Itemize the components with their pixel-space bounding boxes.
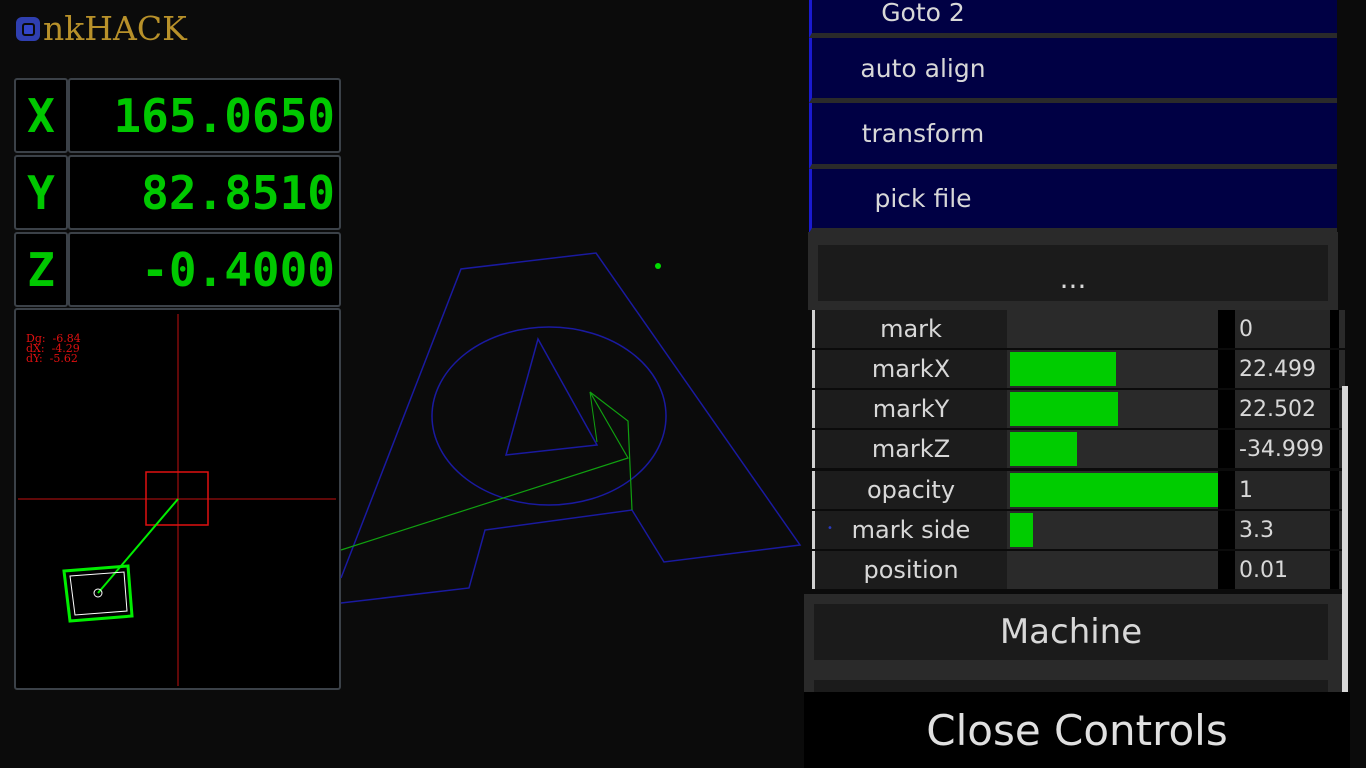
slider-divider [1218, 390, 1235, 428]
triangle-path [504, 337, 599, 456]
tool-position-marker [655, 263, 661, 269]
auto-align-button[interactable]: auto align [809, 38, 1337, 103]
slider-fill [1010, 513, 1033, 547]
slider-value-input[interactable]: 22.502 [1235, 390, 1330, 428]
slider-row[interactable]: markY 22.502 [812, 390, 1345, 428]
slider-value-input[interactable]: -34.999 [1235, 430, 1330, 468]
menu-item-label: auto align [860, 53, 986, 83]
slider-track[interactable] [1010, 390, 1218, 428]
slider-value-input[interactable]: 1 [1235, 471, 1330, 509]
more-button[interactable]: ... [818, 245, 1328, 301]
outline-path [340, 252, 802, 604]
close-controls-button[interactable]: Close Controls [804, 692, 1350, 768]
slider-row[interactable]: mark 0 [812, 310, 1345, 348]
slider-divider [1218, 511, 1235, 549]
menu-item-label: Goto 2 [881, 0, 965, 27]
pick-file-button[interactable]: pick file [809, 169, 1337, 233]
slider-label: markX [815, 350, 1007, 388]
slider-edge [1330, 350, 1339, 388]
slider-label: markY [815, 390, 1007, 428]
slider-edge [1330, 511, 1339, 549]
slider-track[interactable] [1010, 551, 1218, 589]
slider-fill [1010, 352, 1116, 386]
slider-edge [1330, 310, 1339, 348]
goto-2-button[interactable]: Goto 2 [809, 0, 1337, 38]
drag-handle-icon: • [827, 523, 833, 534]
scrollbar[interactable] [1342, 386, 1348, 692]
slider-label: mark side [815, 511, 1007, 549]
slider-track[interactable] [1010, 511, 1218, 549]
slider-row[interactable]: position 0.01 [812, 551, 1345, 589]
slider-fill [1010, 473, 1218, 507]
slider-track[interactable] [1010, 430, 1218, 468]
controls-panel: Goto 2 auto align transform pick file ..… [804, 0, 1350, 768]
slider-divider [1218, 551, 1235, 589]
slider-label: opacity [815, 471, 1007, 509]
slider-label: mark [815, 310, 1007, 348]
slider-row[interactable]: markZ -34.999 [812, 430, 1345, 468]
travel-path [340, 391, 633, 551]
slider-divider [1218, 350, 1235, 388]
more-section: ... [808, 232, 1338, 310]
slider-track[interactable] [1010, 310, 1218, 348]
slider-edge [1330, 551, 1339, 589]
slider-label: markZ [815, 430, 1007, 468]
slider-track[interactable] [1010, 350, 1218, 388]
slider-value-input[interactable]: 3.3 [1235, 511, 1330, 549]
slider-value-input[interactable]: 22.499 [1235, 350, 1330, 388]
menu-item-label: pick file [874, 184, 972, 213]
slider-value-input[interactable]: 0.01 [1235, 551, 1330, 589]
slider-fill [1010, 392, 1118, 426]
slider-divider [1218, 471, 1235, 509]
machine-button[interactable]: Machine [814, 604, 1328, 660]
slider-row[interactable]: markX 22.499 [812, 350, 1345, 388]
slider-divider [1218, 430, 1235, 468]
slider-edge [1330, 430, 1339, 468]
toolpath-preview[interactable] [0, 0, 804, 768]
slider-fill [1010, 432, 1077, 466]
slider-label: position [815, 551, 1007, 589]
slider-divider [1218, 310, 1235, 348]
slider-row[interactable]: opacity 1 [812, 471, 1345, 509]
machine-section: Machine [804, 594, 1344, 700]
slider-edge [1330, 390, 1339, 428]
menu-item-label: transform [861, 119, 985, 148]
slider-track[interactable] [1010, 471, 1218, 509]
slider-row[interactable]: mark side 3.3 • [812, 511, 1345, 549]
slider-value-input[interactable]: 0 [1235, 310, 1330, 348]
slider-edge [1330, 471, 1339, 509]
transform-button[interactable]: transform [809, 103, 1337, 169]
